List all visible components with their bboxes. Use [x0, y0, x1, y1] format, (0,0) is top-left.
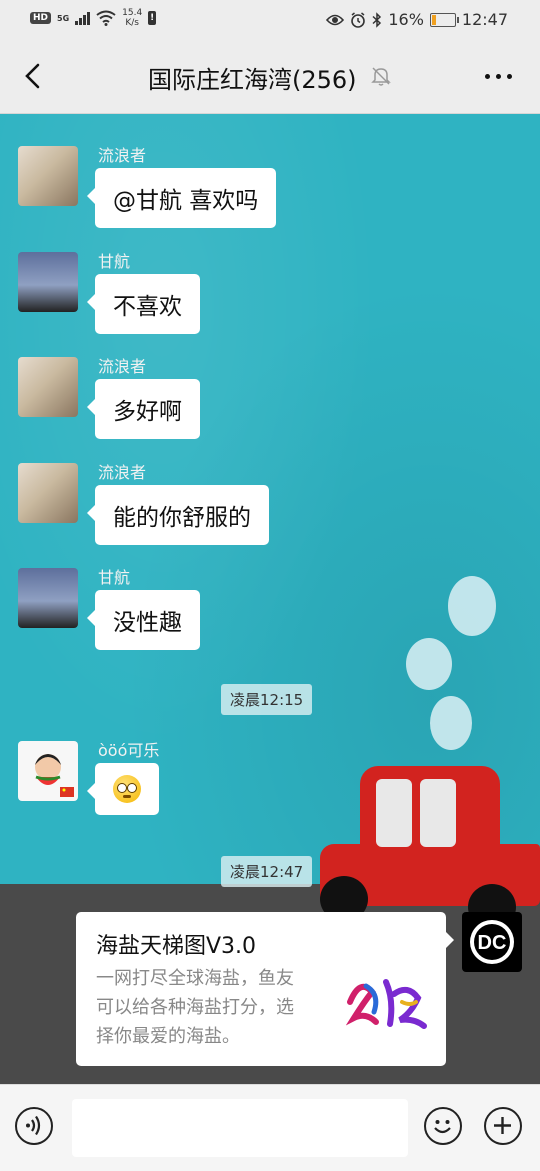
message-bubble[interactable]: 没性趣 [87, 590, 200, 650]
wifi-icon [96, 10, 116, 26]
voice-wave-icon [26, 1115, 41, 1136]
child-watermelon-image [35, 754, 74, 797]
timestamp: 凌晨12:47 [221, 856, 313, 887]
wallpaper-car-window [420, 779, 456, 847]
status-right: 16% 12:47 [326, 10, 508, 29]
chat-title: 国际庄红海湾(256) [148, 66, 357, 94]
card-title: 海盐天梯图V3.0 [96, 934, 257, 959]
message-bubble[interactable] [87, 763, 159, 815]
wallpaper-car-window [376, 779, 412, 847]
plus-icon [494, 1117, 511, 1134]
wallpaper-smoke [406, 638, 452, 690]
more-options-icon[interactable] [485, 74, 512, 79]
status-bar: HD 5G 15.4 K/s ! 16% 12:47 [0, 0, 540, 40]
signal-icon [75, 11, 91, 25]
cat-group-avatar[interactable] [18, 463, 78, 523]
message-bubble[interactable]: 多好啊 [87, 379, 200, 439]
network-speed: 15.4 K/s [122, 8, 142, 28]
child-watermelon-avatar[interactable] [18, 741, 78, 801]
alarm-icon [351, 11, 366, 28]
alert-icon: ! [148, 11, 157, 25]
hd-badge: HD [30, 12, 52, 24]
network-type: 5G [57, 13, 70, 23]
wallpaper-smoke [448, 576, 496, 636]
emoji-button[interactable] [424, 1107, 462, 1145]
back-arrow-icon[interactable] [20, 62, 48, 90]
battery-level [431, 14, 436, 25]
smiley-icon [434, 1120, 451, 1134]
cat-group-avatar[interactable] [18, 146, 78, 206]
dc-logo-avatar[interactable]: DC [462, 912, 522, 972]
wallpaper-smoke [430, 696, 472, 750]
speed-value: 15.4 [122, 8, 143, 18]
bluetooth-icon [372, 11, 382, 28]
shared-link-card[interactable]: 海盐天梯图V3.0 一网打尽全球海盐，鱼友 可以给各种海盐打分，选 择你最爱的海… [76, 912, 454, 1066]
message-bubble[interactable]: @甘航 喜欢吗 [86, 168, 277, 228]
sender-name: 流浪者 [98, 146, 147, 165]
status-left: HD 5G 15.4 K/s ! [30, 8, 157, 28]
speed-unit: K/s [125, 18, 139, 28]
message-input[interactable] [72, 1099, 408, 1157]
card-thumbnail-calligraphy [346, 979, 427, 1029]
sky-landscape-avatar[interactable] [18, 252, 78, 312]
more-functions-button[interactable] [484, 1107, 522, 1145]
sky-landscape-avatar[interactable] [18, 568, 78, 628]
eye-icon [326, 14, 345, 25]
card-description: 一网打尽全球海盐，鱼友 可以给各种海盐打分，选 择你最爱的海盐。 [96, 964, 336, 1051]
timestamp: 凌晨12:15 [221, 684, 313, 715]
dc-logo-icon: DC [470, 920, 514, 964]
input-bar [0, 1084, 540, 1171]
sender-name: 流浪者 [98, 463, 147, 482]
voice-input-button[interactable] [15, 1107, 53, 1145]
message-bubble[interactable]: 能的你舒服的 [87, 485, 269, 545]
battery-icon [429, 12, 459, 27]
sender-name: 甘航 [98, 252, 131, 271]
card-desc-line: 一网打尽全球海盐，鱼友 [96, 968, 294, 989]
flushed-face-emoji [113, 775, 141, 803]
sender-name: 流浪者 [98, 357, 147, 376]
message-bubble[interactable]: 不喜欢 [87, 274, 200, 334]
sender-name: òöó可乐 [98, 741, 160, 760]
dc-logo-text: DC [478, 932, 507, 954]
card-desc-line: 择你最爱的海盐。 [96, 1026, 240, 1047]
cat-group-avatar[interactable] [18, 357, 78, 417]
sender-name: 甘航 [98, 568, 131, 587]
muted-bell-icon [371, 67, 391, 86]
chat-header: 国际庄红海湾(256) [0, 40, 540, 114]
battery-percent: 16% [388, 10, 424, 29]
card-desc-line: 可以给各种海盐打分，选 [96, 997, 294, 1018]
clock: 12:47 [461, 10, 508, 29]
